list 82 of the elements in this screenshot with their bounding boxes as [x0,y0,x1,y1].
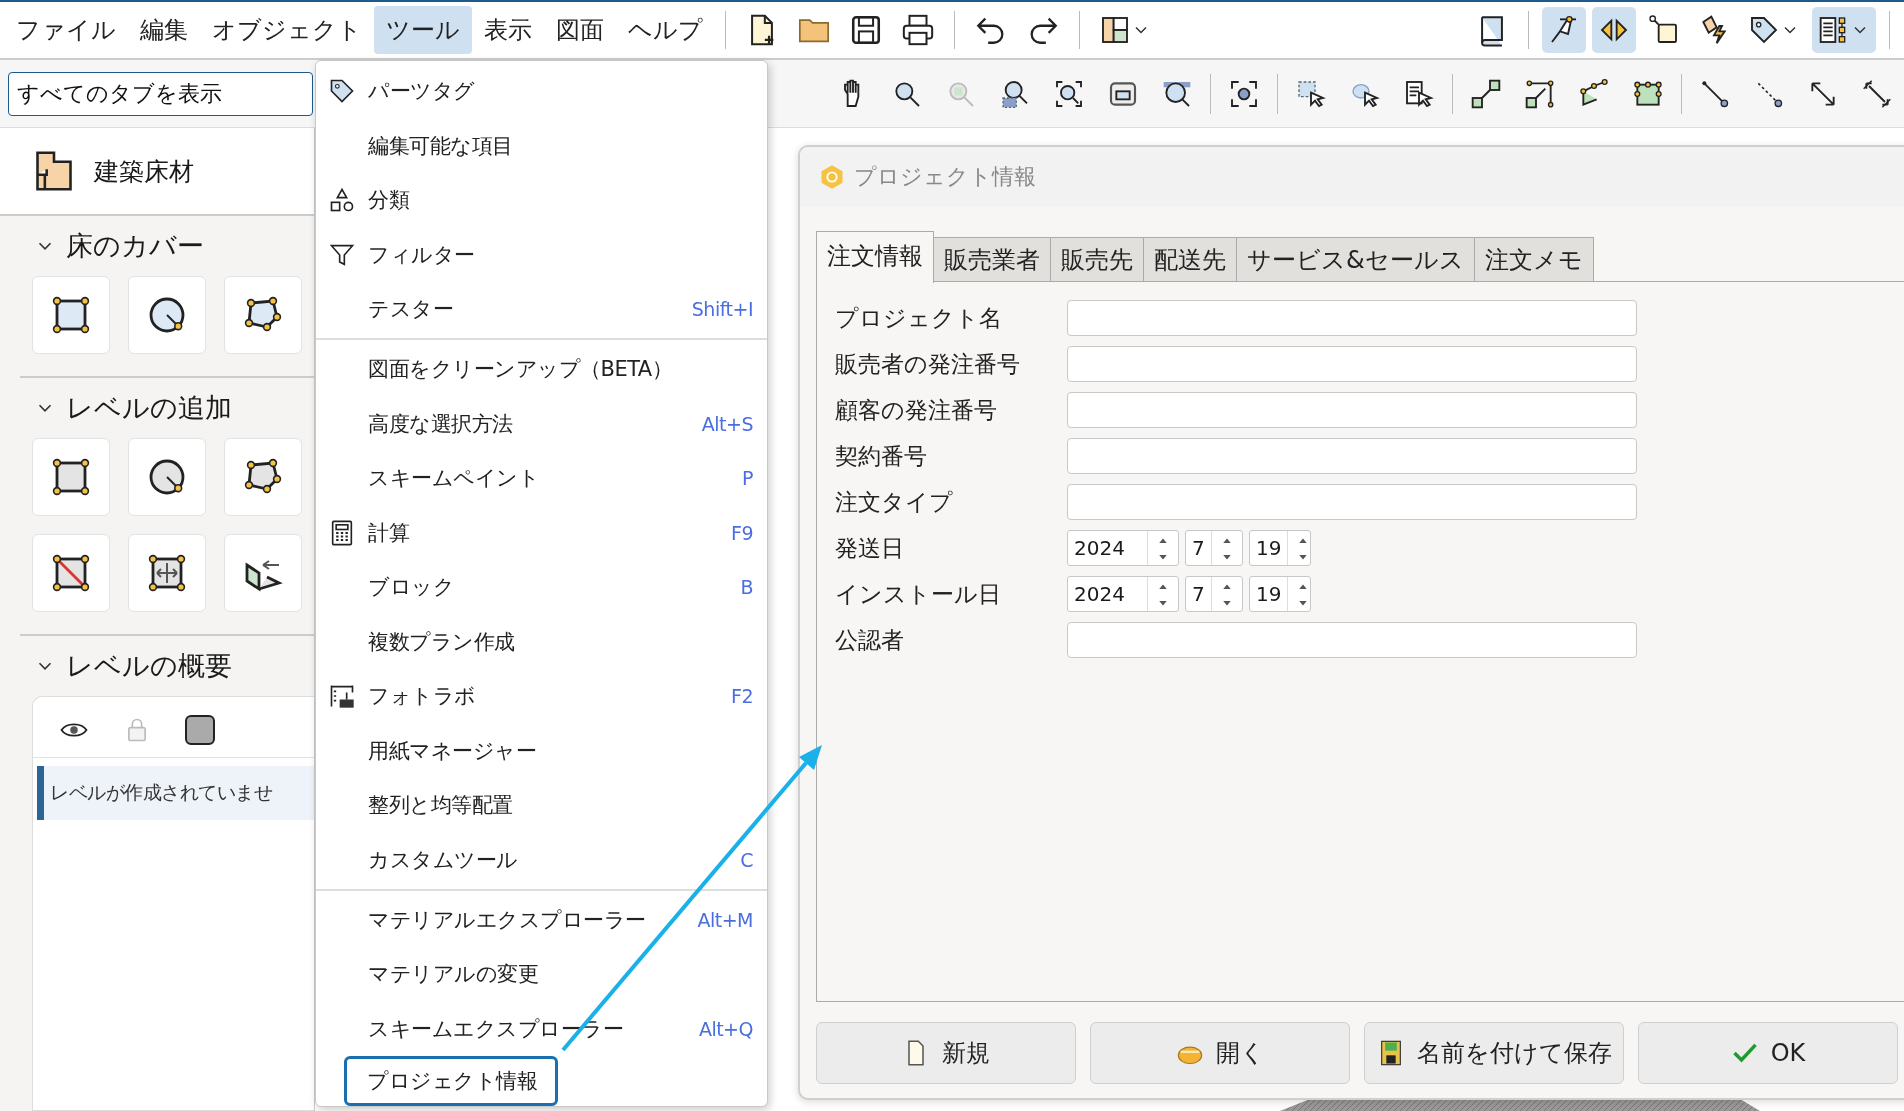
field-label: 契約番号 [835,441,928,471]
day-spinner[interactable]: 19 [1249,576,1311,612]
input-field[interactable] [1067,438,1637,474]
menu-item[interactable]: 計算 F9 [316,505,767,561]
tool-button[interactable] [224,276,302,354]
menu-item[interactable]: ヘルプ [616,6,715,54]
section-header[interactable]: レベルの概要 [20,634,314,692]
tool-button[interactable] [32,276,110,354]
menu-item[interactable]: フィルター [316,227,767,282]
menu-item[interactable]: 表示 [472,6,544,54]
menu-item[interactable]: 図面 [544,6,616,54]
menu-item[interactable]: オブジェクト [200,6,374,54]
input-field[interactable] [1067,346,1637,382]
dialog-button[interactable]: OK [1638,1022,1898,1084]
field-label: プロジェクト名 [835,303,1003,333]
tool-button[interactable] [128,438,206,516]
year-spinner[interactable]: 2024 [1067,530,1179,566]
tool-button[interactable] [32,534,110,612]
input-field[interactable] [1067,622,1637,658]
field-label: 発送日 [835,533,905,563]
menu-item[interactable]: 複数プラン作成 [316,614,767,669]
dimension-icon[interactable] [1861,77,1893,110]
menu-item[interactable]: スキームペイント P [316,451,767,506]
panel-title: 建築床材 [94,155,194,188]
tab[interactable]: 販売先 [1051,237,1144,281]
field-label: 顧客の発注番号 [835,395,998,425]
menu-item[interactable]: ツール [374,6,472,54]
menu-item[interactable]: 分類 [316,172,767,228]
menu-item[interactable]: ファイル [4,6,128,54]
menu-item[interactable]: マテリアルエクスプローラー Alt+M [316,892,767,948]
shape-icon [1648,14,1680,46]
menu-item[interactable]: 編集可能な項目 [316,118,767,173]
tool-button[interactable] [128,276,206,354]
menu-item[interactable]: 高度な選択方法 Alt+S [316,396,767,452]
menu-item[interactable]: 図面をクリーンアップ（BETA） [316,342,767,397]
dialog-button[interactable]: 新規 [816,1022,1076,1084]
print-icon[interactable] [901,13,935,47]
toggle-button[interactable] [1542,7,1586,53]
menu-item[interactable]: ブロック B [316,560,767,615]
toggle-button[interactable] [1812,7,1876,53]
tab[interactable]: 注文情報 [816,230,934,283]
day-spinner[interactable]: 19 [1249,530,1311,566]
tab[interactable]: 注文メモ [1474,237,1594,281]
menu-item[interactable]: 整列と均等配置 [316,777,767,833]
year-spinner[interactable]: 2024 [1067,576,1179,612]
tag-icon [1748,14,1780,46]
tool-button[interactable] [224,534,302,612]
menu-item[interactable]: マテリアルの変更 [316,947,767,1002]
menu-item[interactable]: 編集 [128,6,200,54]
field-label: 注文タイプ [835,487,954,517]
menu-item[interactable]: パーツタグ [316,64,767,119]
toggle-button[interactable] [1592,7,1636,53]
tab-filter-field[interactable]: すべてのタブを表示 [8,71,313,116]
field-label: インストール日 [835,579,1002,609]
section-header[interactable]: レベルの追加 [20,376,314,434]
tab[interactable]: 販売業者 [934,237,1051,281]
tab[interactable]: 配送先 [1144,237,1237,281]
input-field[interactable] [1067,300,1637,336]
menu-item[interactable]: フォトラボ F2 [316,669,767,724]
layout-icon [1099,14,1131,46]
tool-button[interactable] [224,438,302,516]
month-spinner[interactable]: 7 [1185,530,1243,566]
dialog-title: プロジェクト情報 [854,163,1036,191]
month-spinner[interactable]: 7 [1185,576,1243,612]
menu-item[interactable]: カスタムツール C [316,832,767,887]
connect-icon[interactable] [1470,77,1502,110]
tool-button[interactable] [128,534,206,612]
color-swatch[interactable] [185,715,215,745]
dialog-button[interactable]: 開く [1090,1022,1350,1084]
save-icon[interactable] [849,13,883,47]
menu-item[interactable]: テスター Shift+I [316,281,767,337]
tool-button[interactable] [32,438,110,516]
dialog-button[interactable]: 名前を付けて保存 [1364,1022,1624,1084]
tab[interactable]: サービス&セールス [1237,237,1475,281]
input-field[interactable] [1067,392,1637,428]
section-header[interactable]: 床のカバー [20,216,314,272]
input-field[interactable] [1067,484,1637,520]
field-label: 公認者 [835,625,905,655]
menu-item[interactable]: 用紙マネージャー [316,723,767,778]
menu-item[interactable]: プロジェクト情報 [344,1056,558,1107]
empty-message: レベルが作成されていませ [37,766,314,820]
field-label: 販売者の発注番号 [835,349,1021,379]
